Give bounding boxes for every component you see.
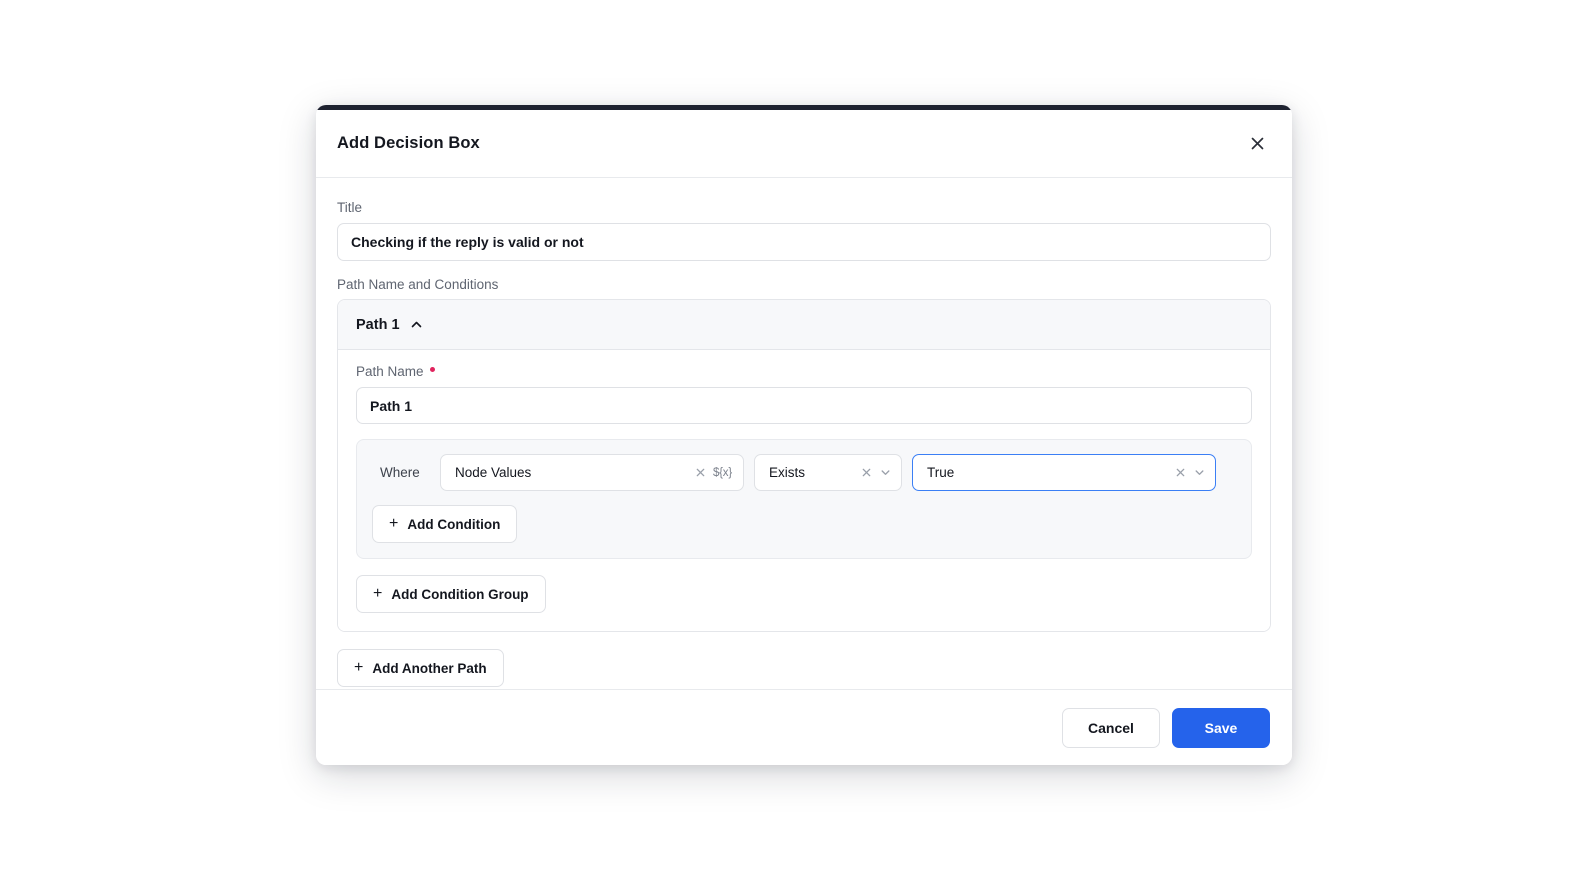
close-icon <box>1249 135 1266 152</box>
variable-token-icon[interactable]: ${x} <box>713 467 734 479</box>
paths-section-label: Path Name and Conditions <box>337 277 499 292</box>
path-name-label: Path Name <box>356 364 1252 379</box>
path-card: Path 1 Path Name Path 1 Where Node Value… <box>337 299 1271 632</box>
plus-icon: + <box>354 659 364 676</box>
title-field-group: Title <box>337 200 1271 261</box>
add-another-path-wrap: + Add Another Path <box>337 649 1271 687</box>
condition-operator-icons <box>861 466 892 479</box>
condition-value-select[interactable]: True <box>912 454 1216 491</box>
close-dialog-button[interactable] <box>1244 131 1270 157</box>
add-decision-box-dialog: Add Decision Box Title Path Name and Con… <box>316 105 1292 765</box>
add-condition-wrap: + Add Condition <box>372 505 1236 543</box>
condition-field-value: Node Values <box>455 465 532 480</box>
chevron-down-icon[interactable] <box>1193 466 1206 479</box>
condition-value-icons <box>1175 466 1206 479</box>
condition-operator-value: Exists <box>769 465 806 480</box>
plus-icon: + <box>389 515 399 532</box>
required-marker <box>429 366 435 372</box>
plus-icon: + <box>373 585 383 602</box>
close-icon[interactable] <box>861 467 872 478</box>
dialog-title: Add Decision Box <box>337 134 480 152</box>
condition-operator-select[interactable]: Exists <box>754 454 902 491</box>
title-field-label: Title <box>337 200 363 215</box>
condition-field-icons: ${x} <box>695 467 734 479</box>
where-label: Where <box>380 465 420 480</box>
add-condition-label: Add Condition <box>407 516 501 532</box>
condition-row: Where Node Values ${x} Exists True <box>372 454 1236 491</box>
dialog-footer: Cancel Save <box>316 689 1292 765</box>
condition-group: Where Node Values ${x} Exists True + Add… <box>356 439 1252 559</box>
path-name-label-text: Path Name <box>356 364 424 379</box>
dialog-body: Title Path Name and Conditions Path 1 <box>316 178 1292 689</box>
condition-field-select[interactable]: Node Values ${x} <box>440 454 744 491</box>
add-another-path-label: Add Another Path <box>372 660 487 676</box>
add-another-path-button[interactable]: + Add Another Path <box>337 649 504 687</box>
title-input[interactable] <box>337 223 1271 261</box>
save-button[interactable]: Save <box>1172 707 1270 748</box>
close-icon[interactable] <box>1175 467 1186 478</box>
path-card-header[interactable]: Path 1 <box>338 300 1270 350</box>
path-card-body: Path Name Where Node Values <box>338 350 1270 631</box>
condition-value-text: True <box>927 465 955 480</box>
screen: Add Decision Box Title Path Name and Con… <box>0 0 1592 876</box>
add-condition-group-label: Add Condition Group <box>391 586 529 602</box>
cancel-button[interactable]: Cancel <box>1062 707 1160 748</box>
add-condition-button[interactable]: + Add Condition <box>372 505 518 543</box>
chevron-down-icon[interactable] <box>879 466 892 479</box>
close-icon[interactable] <box>695 467 706 478</box>
add-condition-group-wrap: + Add Condition Group <box>356 575 1252 613</box>
path-card-title: Path 1 <box>356 316 400 333</box>
add-condition-group-button[interactable]: + Add Condition Group <box>356 575 546 613</box>
path-name-input[interactable] <box>356 387 1252 424</box>
chevron-up-icon[interactable] <box>409 317 424 332</box>
dialog-header: Add Decision Box <box>316 110 1292 178</box>
